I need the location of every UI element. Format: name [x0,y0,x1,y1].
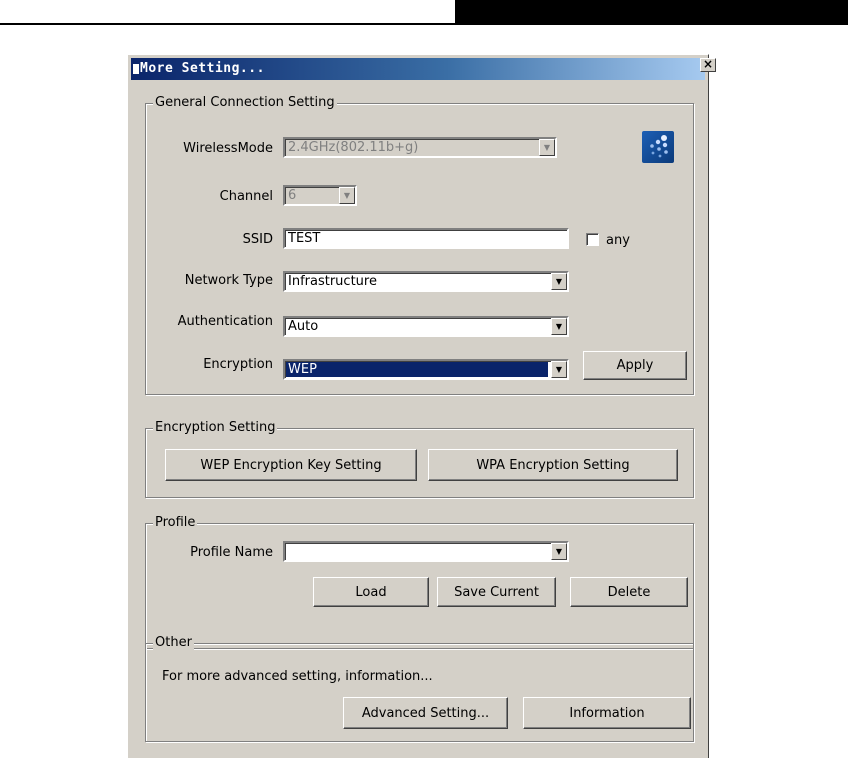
wpa-setting-button[interactable]: WPA Encryption Setting [428,449,678,481]
delete-button[interactable]: Delete [570,577,688,607]
more-setting-dialog: More Setting... × General Connection Set… [127,54,716,758]
authentication-label: Authentication [177,314,273,329]
general-connection-legend: General Connection Setting [153,95,337,110]
window-menu-icon [133,64,139,74]
load-button[interactable]: Load [313,577,429,607]
chevron-down-icon: ▼ [339,187,355,204]
apply-button[interactable]: Apply [583,351,687,380]
window-title: More Setting... [140,61,265,76]
ssid-input[interactable]: TEST [283,228,569,249]
wireless-mode-select: 2.4GHz(802.11b+g) ▼ [283,137,557,158]
profile-name-select[interactable]: ▼ [283,541,569,562]
channel-value: 6 [288,188,297,203]
chevron-down-icon: ▼ [539,139,555,156]
title-bar[interactable]: More Setting... [131,58,705,80]
chevron-down-icon[interactable]: ▼ [551,361,567,378]
network-type-value: Infrastructure [288,274,377,289]
save-current-button[interactable]: Save Current [437,577,556,607]
encryption-setting-legend: Encryption Setting [153,420,278,435]
channel-label: Channel [219,189,273,204]
chevron-down-icon[interactable]: ▼ [551,543,567,560]
wireless-mode-label: WirelessMode [183,141,273,156]
header-rule [0,23,848,25]
channel-select: 6 ▼ [283,185,357,206]
wireless-mode-value: 2.4GHz(802.11b+g) [288,140,419,155]
advanced-setting-button[interactable]: Advanced Setting... [343,697,508,729]
information-button[interactable]: Information [523,697,691,729]
encryption-select[interactable]: WEP ▼ [283,359,569,380]
close-button[interactable]: × [700,58,716,72]
encryption-label: Encryption [203,357,273,372]
wep-key-setting-button[interactable]: WEP Encryption Key Setting [165,449,417,481]
chevron-down-icon[interactable]: ▼ [551,273,567,290]
any-checkbox[interactable] [586,233,599,246]
profile-name-label: Profile Name [190,545,273,560]
profile-legend: Profile [153,515,198,530]
close-icon: × [702,57,714,71]
ssid-label: SSID [242,232,273,247]
encryption-value: WEP [286,362,548,377]
header-bar [455,0,848,23]
authentication-select[interactable]: Auto ▼ [283,316,569,337]
authentication-value: Auto [288,319,319,334]
other-description: For more advanced setting, information..… [162,669,433,684]
network-type-select[interactable]: Infrastructure ▼ [283,271,569,292]
wireless-icon [642,131,674,163]
other-legend: Other [153,635,194,650]
any-label: any [606,233,630,248]
network-type-label: Network Type [184,273,273,288]
chevron-down-icon[interactable]: ▼ [551,318,567,335]
